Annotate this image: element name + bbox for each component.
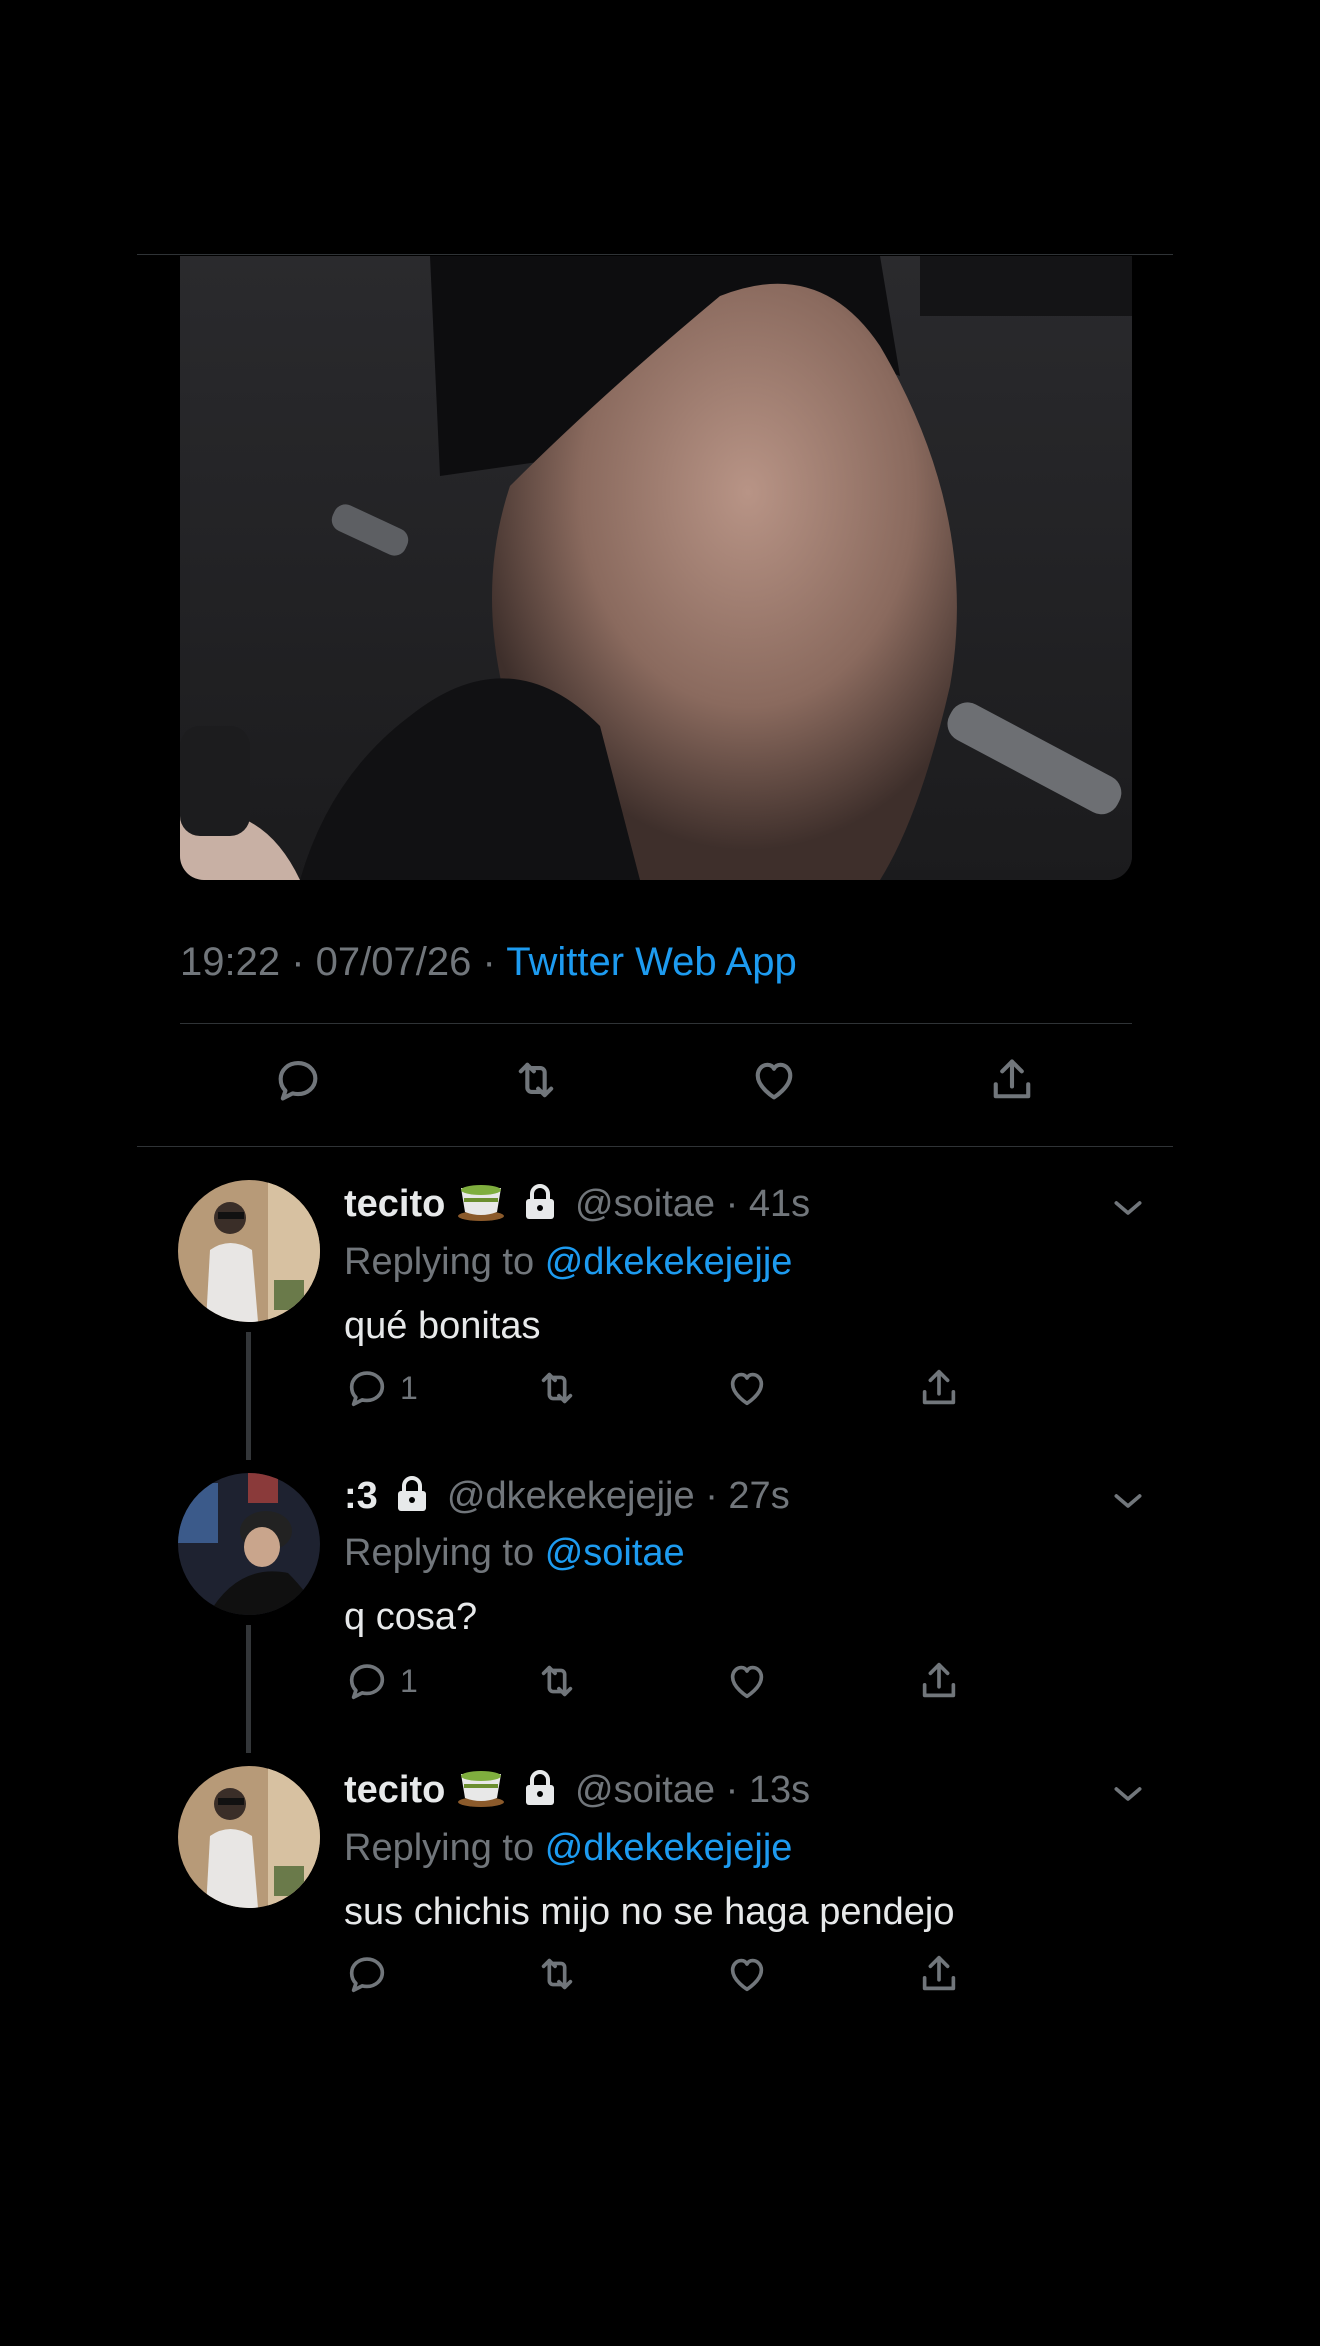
user-handle[interactable]: @soitae bbox=[575, 1183, 715, 1225]
tweet-date: 07/07/26 bbox=[315, 940, 472, 984]
reply-count: 1 bbox=[400, 1369, 418, 1406]
chevron-down-icon bbox=[1114, 1201, 1142, 1215]
reply-button[interactable]: 1 bbox=[344, 1653, 418, 1709]
retweet-button[interactable] bbox=[534, 1946, 580, 2002]
retweet-button[interactable] bbox=[506, 1050, 566, 1110]
thread-line bbox=[246, 1625, 251, 1753]
like-icon bbox=[730, 1372, 764, 1406]
reply-button[interactable] bbox=[344, 1946, 400, 2002]
photo-illustration bbox=[180, 256, 1132, 880]
share-icon bbox=[922, 1662, 956, 1698]
lock-icon bbox=[522, 1769, 558, 1818]
lock-icon bbox=[522, 1183, 558, 1232]
tweet-top-border bbox=[137, 254, 1173, 255]
reply-tweet[interactable]: :3 @dkekekejejje · 27s Replying to @soit… bbox=[178, 1473, 1178, 1753]
reply-action-bar bbox=[344, 1946, 984, 2006]
like-button[interactable] bbox=[724, 1360, 770, 1416]
like-icon bbox=[730, 1958, 764, 1992]
reply-age[interactable]: 27s bbox=[728, 1475, 789, 1517]
replying-label: Replying to bbox=[344, 1827, 535, 1869]
tweet-timestamp-line: 19:22 · 07/07/26 · Twitter Web App bbox=[180, 940, 797, 985]
separator-dot: · bbox=[715, 1183, 749, 1225]
mention-link[interactable]: @dkekekejejje bbox=[545, 1827, 793, 1869]
share-icon bbox=[922, 1369, 956, 1405]
like-icon bbox=[730, 1665, 764, 1699]
replying-label: Replying to bbox=[344, 1532, 535, 1574]
more-options-button[interactable] bbox=[1108, 1481, 1148, 1526]
user-handle[interactable]: @dkekekejejje bbox=[447, 1475, 695, 1517]
reply-action-bar: 1 bbox=[344, 1360, 984, 1420]
lock-icon bbox=[394, 1475, 430, 1524]
replying-label: Replying to bbox=[344, 1241, 535, 1283]
retweet-icon bbox=[541, 1372, 573, 1404]
replying-to-line: Replying to @soitae bbox=[344, 1530, 1144, 1576]
reply-icon bbox=[349, 1371, 385, 1407]
tweet-action-bar bbox=[180, 1050, 1132, 1120]
reply-tweet[interactable]: tecito @soitae · 41s Replying to @dkekek… bbox=[178, 1180, 1178, 1460]
divider bbox=[137, 1146, 1173, 1147]
replying-to-line: Replying to @dkekekejejje bbox=[344, 1239, 1144, 1285]
thread-line bbox=[246, 1332, 251, 1460]
divider bbox=[180, 1023, 1132, 1024]
separator-dot: · bbox=[715, 1769, 749, 1811]
user-handle[interactable]: @soitae bbox=[575, 1769, 715, 1811]
share-button[interactable] bbox=[916, 1360, 962, 1416]
share-icon bbox=[922, 1955, 956, 1991]
reply-age[interactable]: 13s bbox=[749, 1769, 810, 1811]
share-button[interactable] bbox=[982, 1050, 1042, 1110]
mention-link[interactable]: @dkekekejejje bbox=[545, 1241, 793, 1283]
reply-button[interactable]: 1 bbox=[344, 1360, 418, 1416]
retweet-button[interactable] bbox=[534, 1360, 580, 1416]
tweet-media-photo[interactable] bbox=[180, 256, 1132, 880]
retweet-button[interactable] bbox=[534, 1653, 580, 1709]
reply-icon bbox=[349, 1664, 385, 1700]
reply-icon bbox=[349, 1957, 385, 1993]
reply-text: sus chichis mijo no se haga pendejo bbox=[344, 1891, 955, 1933]
separator-dot: · bbox=[694, 1475, 729, 1517]
tea-emoji bbox=[456, 1766, 506, 1819]
tweet-time: 19:22 bbox=[180, 940, 281, 984]
share-button[interactable] bbox=[916, 1946, 962, 2002]
display-name[interactable]: tecito bbox=[344, 1769, 445, 1811]
reply-action-bar: 1 bbox=[344, 1653, 984, 1713]
separator-dot: · bbox=[291, 940, 316, 984]
chevron-down-icon bbox=[1114, 1787, 1142, 1801]
chevron-down-icon bbox=[1114, 1494, 1142, 1508]
more-options-button[interactable] bbox=[1108, 1774, 1148, 1819]
reply-button[interactable] bbox=[268, 1050, 328, 1110]
avatar[interactable] bbox=[178, 1766, 320, 1908]
like-icon bbox=[755, 1062, 793, 1100]
mention-link[interactable]: @soitae bbox=[545, 1532, 685, 1574]
display-name[interactable]: tecito bbox=[344, 1183, 445, 1225]
reply-icon bbox=[278, 1061, 318, 1101]
tea-emoji bbox=[456, 1180, 506, 1233]
retweet-icon bbox=[541, 1958, 573, 1990]
retweet-icon bbox=[541, 1665, 573, 1697]
avatar[interactable] bbox=[178, 1180, 320, 1322]
reply-tweet[interactable]: tecito @soitae · 13s Replying to @dkekek… bbox=[178, 1766, 1178, 2026]
replying-to-line: Replying to @dkekekejejje bbox=[344, 1825, 1144, 1871]
share-icon bbox=[993, 1059, 1031, 1099]
like-button[interactable] bbox=[724, 1653, 770, 1709]
reply-text: q cosa? bbox=[344, 1596, 478, 1638]
like-button[interactable] bbox=[744, 1050, 804, 1110]
tweet-source-link[interactable]: Twitter Web App bbox=[506, 940, 797, 984]
separator-dot: · bbox=[482, 940, 507, 984]
share-button[interactable] bbox=[916, 1653, 962, 1709]
like-button[interactable] bbox=[724, 1946, 770, 2002]
more-options-button[interactable] bbox=[1108, 1188, 1148, 1233]
display-name[interactable]: :3 bbox=[344, 1475, 378, 1517]
reply-count: 1 bbox=[400, 1662, 418, 1699]
retweet-icon bbox=[518, 1062, 554, 1098]
avatar[interactable] bbox=[178, 1473, 320, 1615]
reply-age[interactable]: 41s bbox=[749, 1183, 810, 1225]
reply-text: qué bonitas bbox=[344, 1305, 541, 1347]
